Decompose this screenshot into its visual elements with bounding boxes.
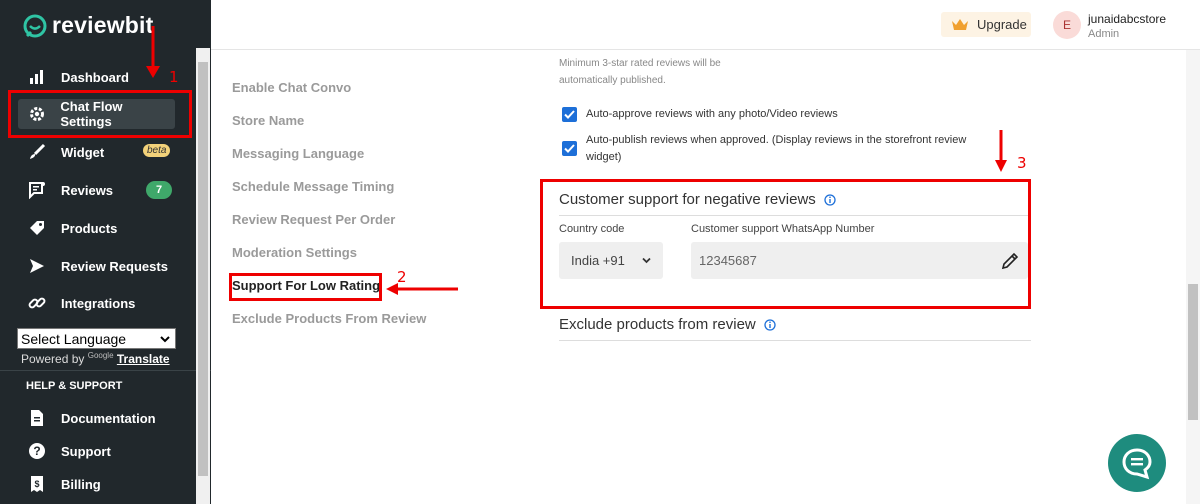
highlight-box-support-section [540, 179, 1031, 309]
annotation-arrowhead-3 [995, 160, 1007, 172]
annotation-number-3: 3 [1017, 154, 1027, 172]
annotation-arrowhead-1 [146, 66, 160, 78]
highlight-box-chat-flow [8, 90, 192, 138]
annotation-number-2: 2 [397, 268, 407, 286]
highlight-box-support-low-rating [229, 273, 382, 301]
annotation-number-1: 1 [169, 68, 179, 86]
